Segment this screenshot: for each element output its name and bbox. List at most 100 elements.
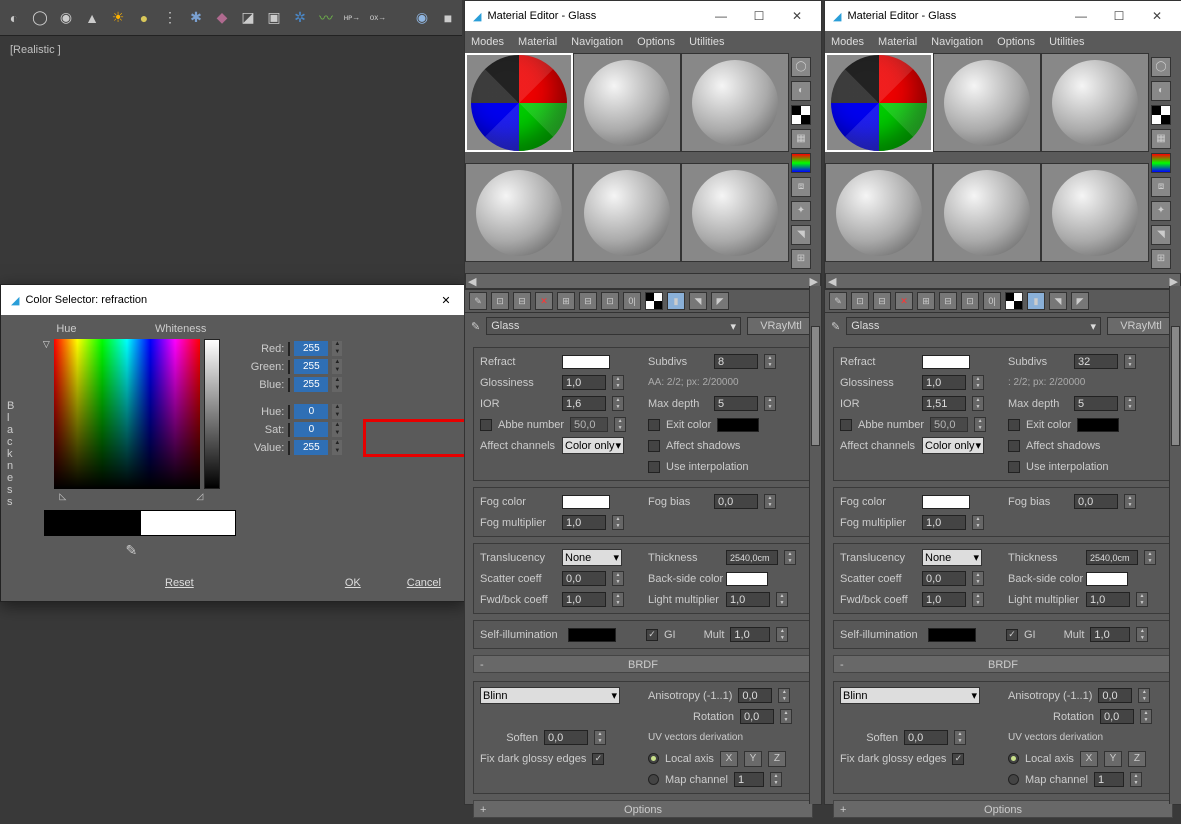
get-mat-icon[interactable]: ✎	[829, 292, 847, 310]
material-slot[interactable]	[1041, 53, 1149, 152]
spinner[interactable]: ▲▼	[594, 730, 606, 745]
eyedropper-icon[interactable]: ✎	[831, 320, 840, 333]
localaxis-radio[interactable]	[1008, 753, 1019, 764]
sphere-icon[interactable]: ●	[134, 8, 154, 28]
globe-icon[interactable]: ◉	[412, 8, 432, 28]
spinner[interactable]: ▲▼	[972, 515, 984, 530]
spinner[interactable]: ▲▼	[1124, 494, 1136, 509]
go-forward-icon[interactable]: ◤	[1071, 292, 1089, 310]
material-name-input[interactable]: Glass▾	[486, 317, 741, 335]
translucency-select[interactable]: None▾	[562, 549, 622, 566]
spinner[interactable]: ▲▼	[764, 494, 776, 509]
shadows-checkbox[interactable]	[1008, 440, 1020, 452]
val-slider[interactable]	[288, 441, 290, 455]
glossiness-input[interactable]: 1,0	[922, 375, 966, 390]
refract-swatch[interactable]	[562, 355, 610, 369]
red-spinner[interactable]: ▲▼	[332, 341, 342, 356]
sample-type-icon[interactable]: ◯	[1151, 57, 1171, 77]
viewport-label[interactable]: [Realistic ]	[0, 36, 462, 64]
material-type-button[interactable]: VRayMtl	[1107, 317, 1175, 335]
slot-scrollbar[interactable]: ◀▶	[465, 273, 821, 289]
diamond-icon[interactable]: ◆	[212, 8, 232, 28]
selfillum-swatch[interactable]	[928, 628, 976, 642]
menu-item[interactable]: Modes	[471, 36, 504, 48]
spinner[interactable]: ▲▼	[1140, 709, 1152, 724]
spinner[interactable]: ▲▼	[612, 571, 624, 586]
brdf-rollout[interactable]: -BRDF	[833, 655, 1173, 673]
menu-item[interactable]: Material	[878, 36, 917, 48]
menu-item[interactable]: Modes	[831, 36, 864, 48]
spinner[interactable]: ▲▼	[1124, 354, 1136, 369]
minimize-icon[interactable]: —	[705, 5, 737, 27]
green-value[interactable]: 255	[294, 359, 328, 374]
mat-map-nav-icon[interactable]: ⊞	[1151, 249, 1171, 269]
spinner[interactable]: ▲▼	[770, 772, 782, 787]
tb-icon[interactable]: ▲	[82, 8, 102, 28]
backlight-icon[interactable]: ◐	[791, 81, 811, 101]
material-slot[interactable]	[465, 53, 573, 152]
get-mat-icon[interactable]: ✎	[469, 292, 487, 310]
spinner[interactable]: ▲▼	[612, 592, 624, 607]
val-spinner[interactable]: ▲▼	[332, 440, 342, 455]
mapchan-input[interactable]: 1	[1094, 772, 1124, 787]
fogcolor-swatch[interactable]	[562, 495, 610, 509]
lightmult-input[interactable]: 1,0	[1086, 592, 1130, 607]
spinner[interactable]: ▲▼	[780, 709, 792, 724]
grass-icon[interactable]: 〰	[316, 8, 336, 28]
blue-value[interactable]: 255	[294, 377, 328, 392]
put-mat-icon[interactable]: ⊡	[491, 292, 509, 310]
go-parent-icon[interactable]: ◥	[1049, 292, 1067, 310]
put-to-lib-icon[interactable]: ⊡	[601, 292, 619, 310]
mat-id-icon[interactable]: 0|	[983, 292, 1001, 310]
make-unique-icon[interactable]: ⊟	[579, 292, 597, 310]
material-type-button[interactable]: VRayMtl	[747, 317, 815, 335]
make-copy-icon[interactable]: ⊞	[557, 292, 575, 310]
interp-checkbox[interactable]	[1008, 461, 1020, 473]
spinner[interactable]: ▲▼	[1124, 396, 1136, 411]
translucency-select[interactable]: None▾	[922, 549, 982, 566]
cancel-button[interactable]: Cancel	[393, 575, 455, 591]
show-end-icon[interactable]: ▮	[1027, 292, 1045, 310]
green-slider[interactable]	[288, 360, 290, 374]
sample-uv-icon[interactable]: ▦	[791, 129, 811, 149]
spinner[interactable]: ▲▼	[972, 375, 984, 390]
spinner[interactable]: ▲▼	[1136, 592, 1148, 607]
shadows-checkbox[interactable]	[648, 440, 660, 452]
ior-input[interactable]: 1,51	[922, 396, 966, 411]
spinner[interactable]: ▲▼	[972, 592, 984, 607]
red-value[interactable]: 255	[294, 341, 328, 356]
box-icon[interactable]: ▣	[264, 8, 284, 28]
mult-input[interactable]: 1,0	[1090, 627, 1130, 642]
axis-x-button[interactable]: X	[720, 751, 738, 767]
backside-swatch[interactable]	[1086, 572, 1128, 586]
hue-value[interactable]: 0	[294, 404, 328, 419]
select-by-mat-icon[interactable]: ◥	[791, 225, 811, 245]
assign-icon[interactable]: ⊟	[513, 292, 531, 310]
tb-icon[interactable]: ◉	[56, 8, 76, 28]
material-slot[interactable]	[681, 53, 789, 152]
rotation-input[interactable]: 0,0	[740, 709, 774, 724]
backlight-icon[interactable]: ◐	[1151, 81, 1171, 101]
sample-uv-icon[interactable]: ▦	[1151, 129, 1171, 149]
ok-button[interactable]: OK	[331, 575, 375, 591]
axis-z-button[interactable]: Z	[1128, 751, 1146, 767]
minimize-icon[interactable]: —	[1065, 5, 1097, 27]
material-slot[interactable]	[573, 53, 681, 152]
fogmult-input[interactable]: 1,0	[922, 515, 966, 530]
delete-icon[interactable]: ✕	[535, 292, 553, 310]
axis-y-button[interactable]: Y	[744, 751, 762, 767]
make-preview-icon[interactable]: ⧈	[791, 177, 811, 197]
spinner[interactable]: ▲▼	[954, 730, 966, 745]
vertical-scrollbar[interactable]	[1169, 286, 1181, 804]
mapchan-radio[interactable]	[648, 774, 659, 785]
close-icon[interactable]: ✕	[1141, 5, 1173, 27]
fixdark-checkbox[interactable]: ✓	[952, 753, 964, 765]
show-map-icon[interactable]	[1005, 292, 1023, 310]
refract-swatch[interactable]	[922, 355, 970, 369]
options-icon[interactable]: ✦	[791, 201, 811, 221]
vertical-scrollbar[interactable]	[809, 286, 821, 804]
subdivs-input[interactable]: 8	[714, 354, 758, 369]
soften-input[interactable]: 0,0	[904, 730, 948, 745]
spinner[interactable]: ▲▼	[612, 396, 624, 411]
video-color-icon[interactable]	[1151, 153, 1171, 173]
